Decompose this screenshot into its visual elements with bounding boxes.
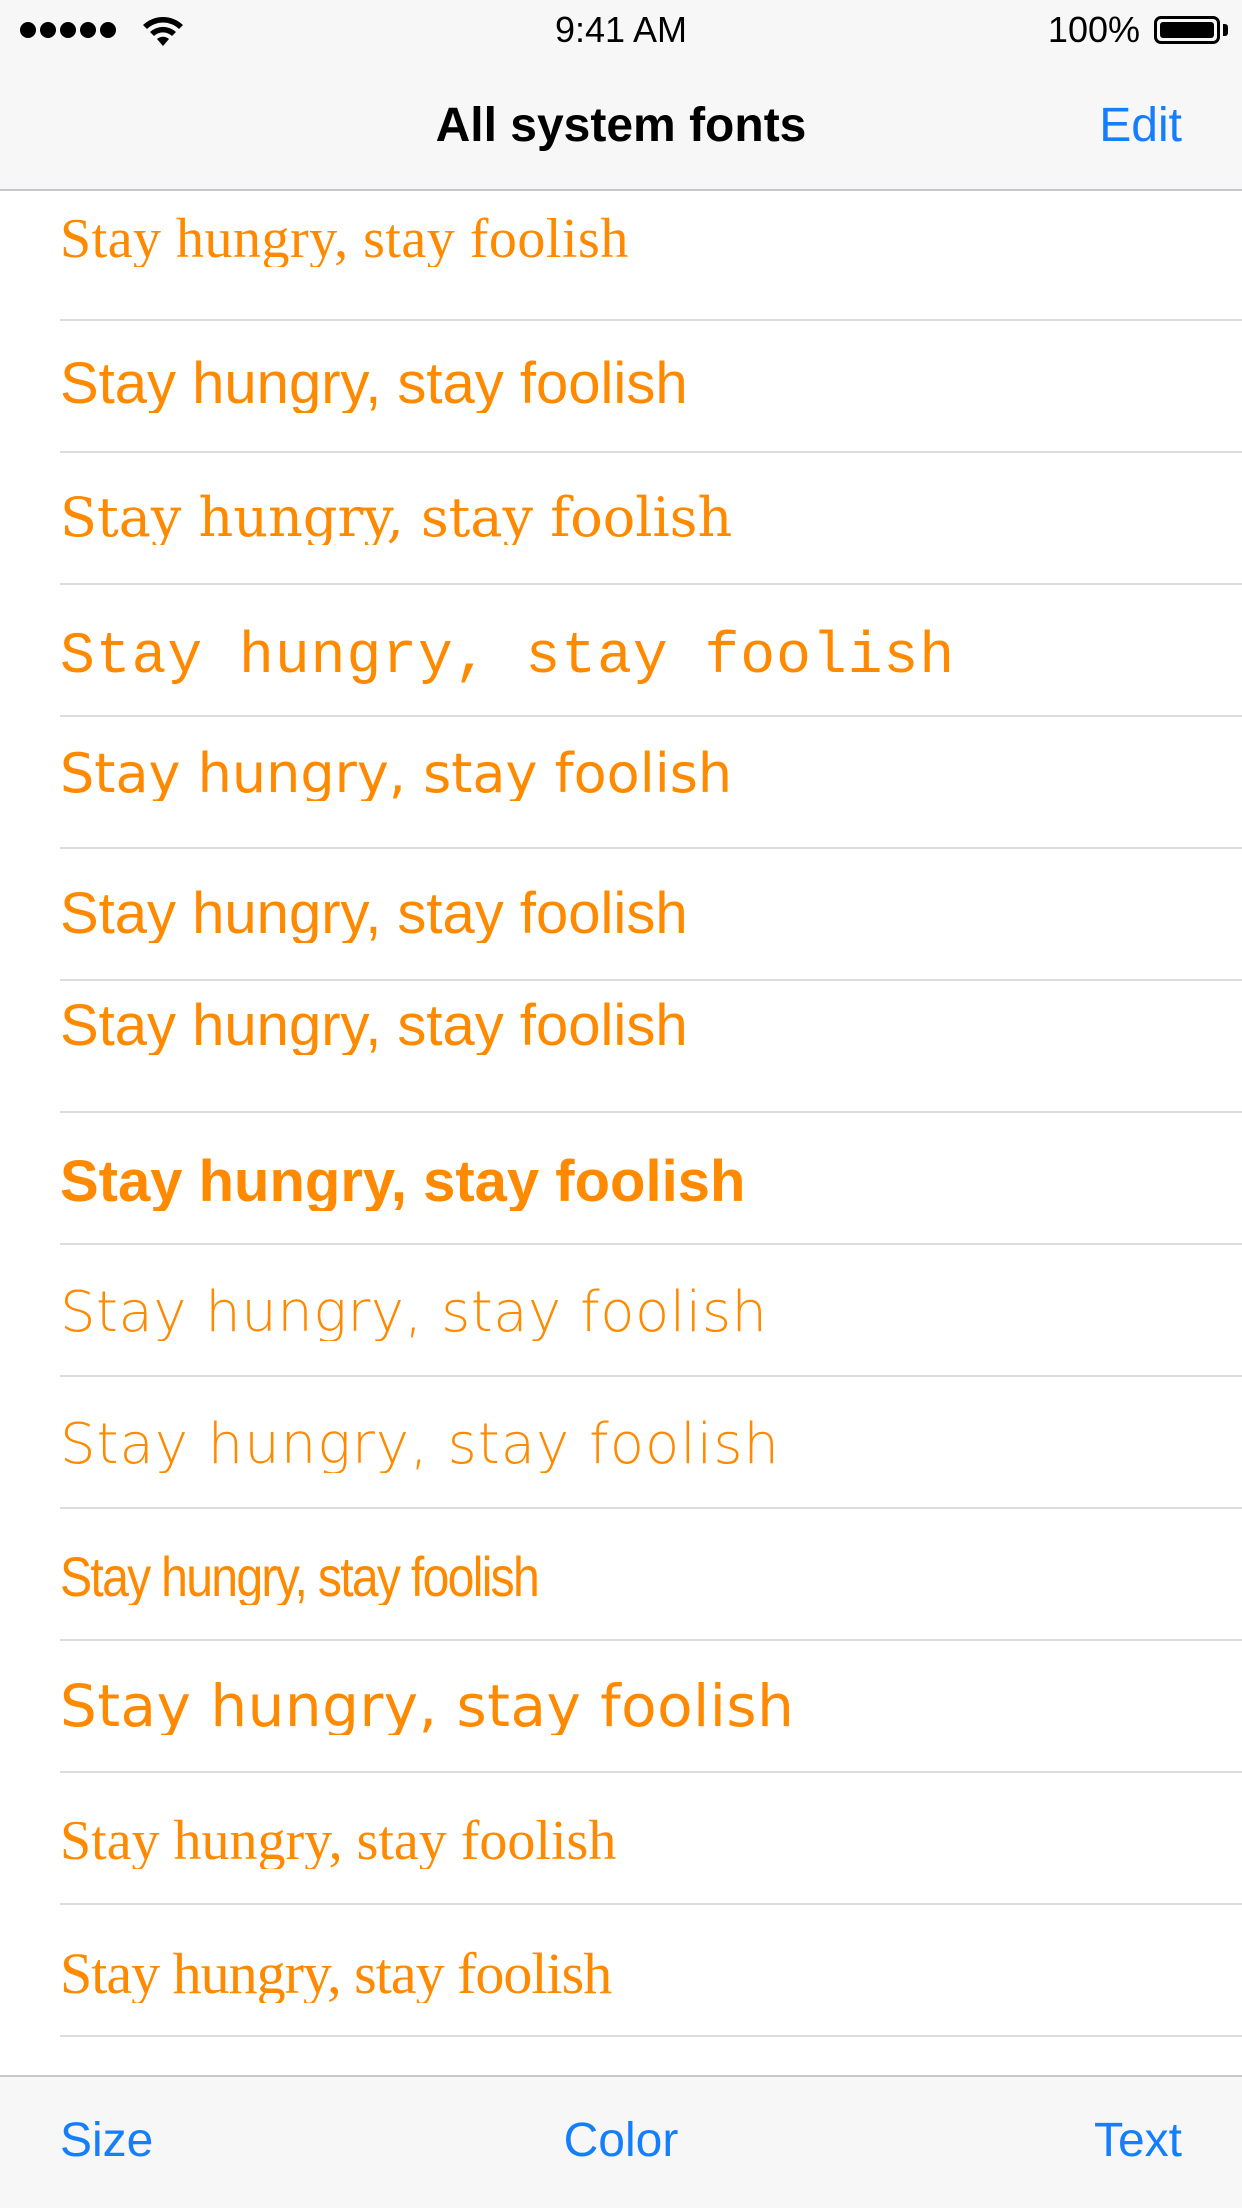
font-list-item[interactable]: Stay hungry, stay foolish xyxy=(0,191,1242,321)
font-list[interactable]: Stay hungry, stay foolish Stay hungry, s… xyxy=(0,191,1242,2075)
font-list-item[interactable]: Stay hungry, stay foolish xyxy=(0,1245,1242,1377)
font-sample-text: Stay hungry, stay foolish xyxy=(60,629,956,687)
font-sample-text: Stay hungry, stay foolish xyxy=(60,747,733,801)
font-list-item[interactable]: Stay hungry, stay foolish xyxy=(0,1773,1242,1905)
color-button[interactable]: Color xyxy=(0,2113,1242,2169)
font-sample-text: Stay hungry, stay foolish xyxy=(60,211,629,267)
font-list-item[interactable]: Stay hungry, stay foolish xyxy=(0,849,1242,981)
edit-button[interactable]: Edit xyxy=(1099,98,1182,154)
status-bar: 9:41 AM 100% xyxy=(0,0,1242,60)
font-sample-text: Stay hungry, stay foolish xyxy=(60,355,688,413)
font-sample-text: Stay hungry, stay foolish xyxy=(60,1285,768,1341)
font-list-item[interactable]: Stay hungry, stay foolish xyxy=(0,321,1242,453)
font-list-item[interactable]: Stay hungry, stay foolish xyxy=(0,981,1242,1113)
font-list-item[interactable]: Stay hungry, stay foolish xyxy=(0,1905,1242,2037)
bottom-toolbar: Size Color Text xyxy=(0,2075,1242,2208)
battery-icon xyxy=(1154,16,1220,44)
font-list-item[interactable]: Stay hungry, stay foolish xyxy=(0,1509,1242,1641)
font-list-item[interactable]: Stay hungry, stay foolish xyxy=(0,1641,1242,1773)
font-sample-text: Stay hungry, stay foolish xyxy=(60,1549,540,1605)
text-button[interactable]: Text xyxy=(1094,2113,1182,2169)
battery-cap xyxy=(1223,24,1228,36)
page-title: All system fonts xyxy=(435,99,807,152)
font-sample-text: Stay hungry, stay foolish xyxy=(60,1945,612,2003)
font-list-item[interactable]: Stay hungry, stay foolish xyxy=(0,585,1242,717)
font-list-item[interactable]: Stay hungry, stay foolish xyxy=(0,1113,1242,1245)
font-sample-text: Stay hungry, stay foolish xyxy=(60,997,688,1055)
font-sample-text: Stay hungry, stay foolish xyxy=(60,1417,781,1473)
font-sample-text: Stay hungry, stay foolish xyxy=(60,491,733,545)
font-list-item[interactable]: Stay hungry, stay foolish xyxy=(0,453,1242,585)
font-sample-text: Stay hungry, stay foolish xyxy=(60,1677,795,1735)
font-sample-text: Stay hungry, stay foolish xyxy=(60,1153,746,1211)
font-list-item[interactable]: Stay hungry, stay foolish xyxy=(0,717,1242,849)
battery-percentage: 100% xyxy=(1047,9,1140,50)
font-sample-text: Stay hungry, stay foolish xyxy=(60,1813,617,1869)
row-separator xyxy=(60,2035,1242,2037)
font-sample-text: Stay hungry, stay foolish xyxy=(60,885,688,943)
navigation-bar: All system fonts Edit xyxy=(0,60,1242,191)
font-list-item[interactable]: Stay hungry, stay foolish xyxy=(0,1377,1242,1509)
